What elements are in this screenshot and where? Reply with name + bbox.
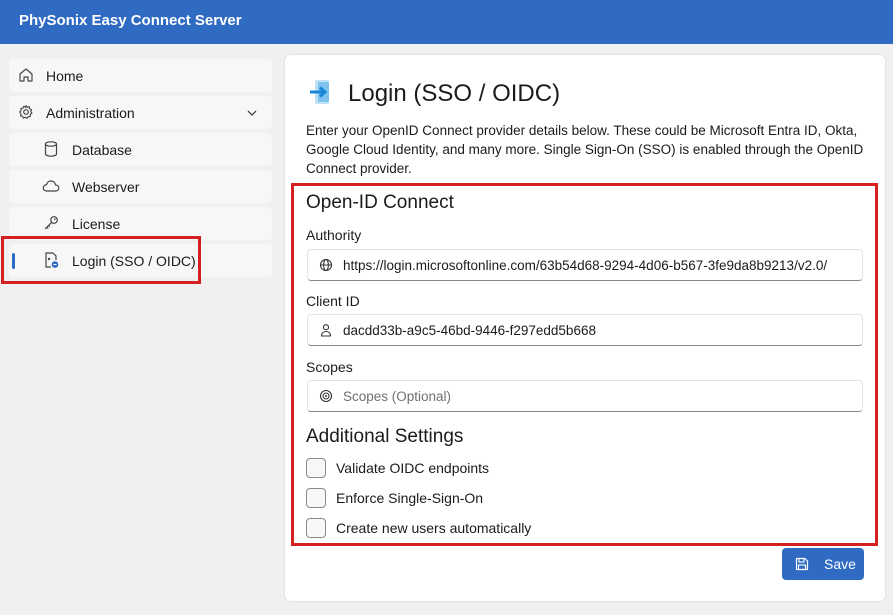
create-users-checkbox[interactable]: [306, 518, 326, 538]
save-button-label[interactable]: Save: [824, 556, 856, 572]
sidebar-item-label: Home: [46, 68, 84, 84]
section-heading-additional: Additional Settings: [306, 426, 464, 447]
cloud-icon: [42, 177, 60, 195]
client-id-value: dacdd33b-a9c5-46bd-9446-f297edd5b668: [343, 323, 596, 338]
chevron-down-icon[interactable]: [246, 106, 258, 122]
database-icon: [42, 140, 60, 158]
sidebar-item-label: Webserver: [72, 179, 140, 195]
save-button[interactable]: Save: [782, 548, 864, 580]
app-header: PhySonix Easy Connect Server: [0, 0, 893, 44]
highlight-box-nav: [1, 236, 201, 284]
sidebar-item-label: Administration: [46, 105, 135, 121]
client-id-field[interactable]: dacdd33b-a9c5-46bd-9446-f297edd5b668: [307, 314, 863, 346]
enforce-sso-checkbox[interactable]: [306, 488, 326, 508]
person-icon: [319, 323, 333, 337]
sidebar-item-webserver[interactable]: Webserver: [9, 170, 272, 203]
scopes-placeholder: Scopes (Optional): [343, 389, 452, 404]
key-icon: [42, 214, 60, 232]
target-icon: [319, 389, 333, 403]
gear-icon: [17, 103, 35, 121]
sidebar-item-home[interactable]: Home: [9, 59, 272, 92]
login-arrow-icon: [309, 79, 333, 105]
sidebar-item-database[interactable]: Database: [9, 133, 272, 166]
scopes-label: Scopes: [306, 359, 353, 375]
sidebar-item-administration[interactable]: Administration: [9, 96, 272, 129]
save-icon: [795, 557, 809, 574]
authority-label: Authority: [306, 227, 362, 243]
authority-field[interactable]: https://login.microsoftonline.com/63b54d…: [307, 249, 863, 281]
sidebar-item-label: License: [72, 216, 121, 232]
section-heading-oidc: Open-ID Connect: [306, 192, 454, 213]
scopes-field[interactable]: Scopes (Optional): [307, 380, 863, 412]
checkbox-label[interactable]: Enforce Single-Sign-On: [336, 490, 483, 506]
checkbox-label[interactable]: Validate OIDC endpoints: [336, 460, 489, 476]
page-description: Enter your OpenID Connect provider detai…: [306, 123, 864, 176]
globe-icon: [319, 258, 333, 272]
checkbox-label[interactable]: Create new users automatically: [336, 520, 531, 536]
page-title: Login (SSO / OIDC): [348, 80, 561, 107]
home-icon: [17, 66, 35, 84]
authority-value: https://login.microsoftonline.com/63b54d…: [343, 258, 828, 273]
sidebar-item-label: Database: [72, 142, 132, 158]
app-title: PhySonix Easy Connect Server: [19, 12, 242, 29]
validate-oidc-checkbox[interactable]: [306, 458, 326, 478]
client-id-label: Client ID: [306, 293, 360, 309]
